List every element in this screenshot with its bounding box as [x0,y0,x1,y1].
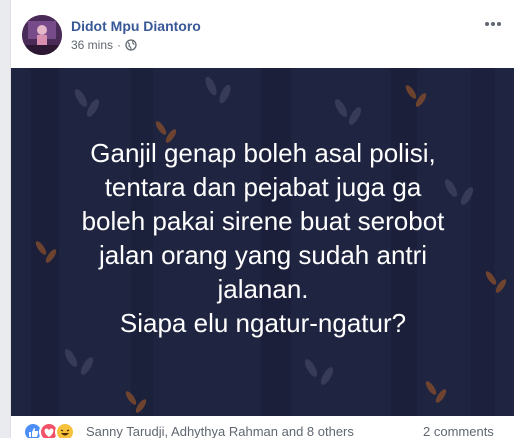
quote-line: Siapa elu ngatur-ngatur? [119,308,407,338]
reacted-by-text[interactable]: Sanny Tarudji, Adhythya Rahman and 8 oth… [86,424,354,438]
haha-icon [55,422,75,438]
quote-line: tentara dan pejabat juga ga [104,172,422,202]
author-name[interactable]: Didot Mpu Diantoro [71,18,201,34]
post-quote-text: Ganjil genap boleh asal polisi, tentara … [11,136,514,340]
post-image[interactable]: Ganjil genap boleh asal polisi, tentara … [11,68,514,416]
post-footer: Sanny Tarudji, Adhythya Rahman and 8 oth… [11,416,514,438]
more-options-icon[interactable] [483,18,503,30]
quote-line: jalan orang yang sudah antri [98,240,428,270]
post-card: Didot Mpu Diantoro 36 mins · Ganjil gena… [10,0,514,438]
meta-separator: · [117,38,122,52]
reaction-icons[interactable] [23,422,75,438]
globe-icon[interactable] [125,39,137,51]
comments-count[interactable]: 2 comments [423,424,494,438]
quote-line: jalanan. [217,274,309,304]
post-time[interactable]: 36 mins [71,38,113,52]
quote-line: Ganjil genap boleh asal polisi, [90,138,436,168]
avatar[interactable] [22,15,62,55]
quote-line: boleh pakai sirene buat serobot [81,206,445,236]
post-header: Didot Mpu Diantoro 36 mins · [11,0,514,66]
post-meta: 36 mins · [71,38,137,52]
avatar-image-icon [22,15,62,55]
